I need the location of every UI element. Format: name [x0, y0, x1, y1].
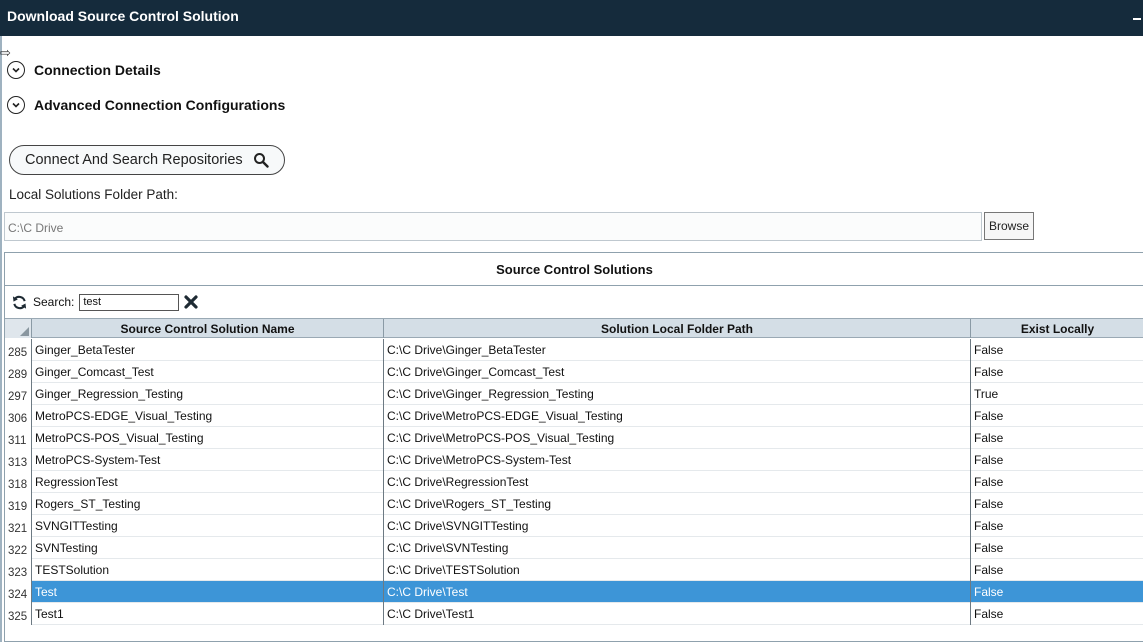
cell-exist-locally[interactable]: False [970, 603, 1143, 625]
column-header-path[interactable]: Solution Local Folder Path [383, 319, 970, 338]
table-row[interactable]: 306 MetroPCS-EDGE_Visual_Testing C:\C Driv… [5, 405, 1143, 427]
cell-solution-name[interactable]: MetroPCS-System-Test [31, 449, 383, 471]
search-icon [253, 153, 269, 168]
cell-local-path[interactable]: C:\C Drive\Test1 [383, 603, 970, 625]
row-number[interactable]: 319 [5, 493, 31, 515]
column-header-exists[interactable]: Exist Locally [970, 319, 1143, 338]
cell-solution-name[interactable]: RegressionTest [31, 471, 383, 493]
clear-search-icon[interactable] [183, 294, 199, 310]
chevron-down-icon[interactable] [7, 96, 25, 114]
table-row[interactable]: 318 RegressionTest C:\C Drive\RegressionTe… [5, 471, 1143, 493]
table-row[interactable]: 319 Rogers_ST_Testing C:\C Drive\Rogers_ST… [5, 493, 1143, 515]
cell-local-path[interactable]: C:\C Drive\MetroPCS-EDGE_Visual_Testing [383, 405, 970, 427]
cell-solution-name[interactable]: Ginger_BetaTester [31, 339, 383, 361]
refresh-icon[interactable] [12, 295, 27, 310]
table-row[interactable]: 323 TESTSolution C:\C Drive\TESTSolution Fa… [5, 559, 1143, 581]
row-number[interactable]: 323 [5, 559, 31, 581]
window-left-border [0, 36, 2, 642]
cell-exist-locally[interactable]: False [970, 537, 1143, 559]
cell-local-path[interactable]: C:\C Drive\MetroPCS-POS_Visual_Testing [383, 427, 970, 449]
table-row[interactable]: 313 MetroPCS-System-Test C:\C Drive\MetroP… [5, 449, 1143, 471]
minimize-button[interactable] [1133, 6, 1141, 20]
cell-exist-locally[interactable]: False [970, 515, 1143, 537]
row-number[interactable]: 321 [5, 515, 31, 537]
row-number[interactable]: 297 [5, 383, 31, 405]
search-label: Search: [33, 295, 75, 309]
cell-solution-name[interactable]: Test [31, 581, 383, 603]
cell-solution-name[interactable]: MetroPCS-EDGE_Visual_Testing [31, 405, 383, 427]
row-number[interactable]: 306 [5, 405, 31, 427]
column-header-name[interactable]: Source Control Solution Name [31, 319, 383, 338]
table-row[interactable]: 297 Ginger_Regression_Testing C:\C Drive\G… [5, 383, 1143, 405]
cell-local-path[interactable]: C:\C Drive\Ginger_BetaTester [383, 339, 970, 361]
select-all-corner[interactable] [5, 319, 31, 338]
table-row[interactable]: 321 SVNGITTesting C:\C Drive\SVNGITTesting… [5, 515, 1143, 537]
local-path-label: Local Solutions Folder Path: [9, 187, 178, 202]
cell-solution-name[interactable]: SVNTesting [31, 537, 383, 559]
local-path-input[interactable]: C:\C Drive [4, 212, 982, 241]
row-number[interactable]: 313 [5, 449, 31, 471]
connect-search-label: Connect And Search Repositories [25, 152, 243, 168]
cell-solution-name[interactable]: Test1 [31, 603, 383, 625]
search-input[interactable]: test [79, 293, 180, 311]
cell-exist-locally[interactable]: True [970, 383, 1143, 405]
panel-title: Source Control Solutions [5, 253, 1143, 286]
grid-header: Source Control Solution Name Solution Lo… [5, 318, 1143, 338]
cell-local-path[interactable]: C:\C Drive\SVNTesting [383, 537, 970, 559]
cell-local-path[interactable]: C:\C Drive\RegressionTest [383, 471, 970, 493]
cell-solution-name[interactable]: Rogers_ST_Testing [31, 493, 383, 515]
row-number[interactable]: 289 [5, 361, 31, 383]
cell-exist-locally[interactable]: False [970, 361, 1143, 383]
expander-label: Connection Details [34, 62, 161, 78]
expander-connection-details[interactable]: Connection Details [7, 60, 161, 80]
source-control-solutions-panel: Source Control Solutions Search: test So… [4, 252, 1143, 642]
cell-solution-name[interactable]: Ginger_Regression_Testing [31, 383, 383, 405]
row-number[interactable]: 311 [5, 427, 31, 449]
cell-local-path[interactable]: C:\C Drive\TESTSolution [383, 559, 970, 581]
cell-local-path[interactable]: C:\C Drive\SVNGITTesting [383, 515, 970, 537]
row-number[interactable]: 322 [5, 537, 31, 559]
grid-toolbar: Search: test [5, 287, 1143, 317]
table-row[interactable]: 285 Ginger_BetaTester C:\C Drive\Ginger_Be… [5, 339, 1143, 361]
row-number[interactable]: 285 [5, 339, 31, 361]
cell-exist-locally[interactable]: False [970, 339, 1143, 361]
cell-exist-locally[interactable]: False [970, 471, 1143, 493]
cell-exist-locally[interactable]: False [970, 427, 1143, 449]
window-title: Download Source Control Solution [7, 8, 239, 24]
connect-search-button[interactable]: Connect And Search Repositories [9, 145, 285, 175]
cell-solution-name[interactable]: Ginger_Comcast_Test [31, 361, 383, 383]
browse-button[interactable]: Browse [984, 212, 1034, 240]
table-row[interactable]: 325 Test1 C:\C Drive\Test1 False [5, 603, 1143, 625]
cell-exist-locally[interactable]: False [970, 405, 1143, 427]
cell-exist-locally[interactable]: False [970, 449, 1143, 471]
cell-local-path[interactable]: C:\C Drive\Ginger_Comcast_Test [383, 361, 970, 383]
row-number[interactable]: 325 [5, 603, 31, 625]
cell-local-path[interactable]: C:\C Drive\Rogers_ST_Testing [383, 493, 970, 515]
row-number[interactable]: 318 [5, 471, 31, 493]
expander-advanced-connection[interactable]: Advanced Connection Configurations [7, 95, 285, 115]
cell-local-path[interactable]: C:\C Drive\Test [383, 581, 970, 603]
cell-local-path[interactable]: C:\C Drive\MetroPCS-System-Test [383, 449, 970, 471]
row-number[interactable]: 324 [5, 581, 31, 603]
expander-label: Advanced Connection Configurations [34, 97, 286, 113]
table-row[interactable]: 311 MetroPCS-POS_Visual_Testing C:\C Drive… [5, 427, 1143, 449]
cell-exist-locally[interactable]: False [970, 581, 1143, 603]
table-row[interactable]: 324 Test C:\C Drive\Test False [5, 581, 1143, 603]
cursor-icon: ⇨ [0, 45, 11, 60]
cell-exist-locally[interactable]: False [970, 559, 1143, 581]
table-row[interactable]: 322 SVNTesting C:\C Drive\SVNTesting False [5, 537, 1143, 559]
cell-local-path[interactable]: C:\C Drive\Ginger_Regression_Testing [383, 383, 970, 405]
table-row[interactable]: 289 Ginger_Comcast_Test C:\C Drive\Ginger_… [5, 361, 1143, 383]
cell-solution-name[interactable]: SVNGITTesting [31, 515, 383, 537]
cell-solution-name[interactable]: TESTSolution [31, 559, 383, 581]
cell-exist-locally[interactable]: False [970, 493, 1143, 515]
cell-solution-name[interactable]: MetroPCS-POS_Visual_Testing [31, 427, 383, 449]
window-titlebar: Download Source Control Solution [0, 0, 1143, 36]
chevron-down-icon[interactable] [7, 61, 25, 79]
